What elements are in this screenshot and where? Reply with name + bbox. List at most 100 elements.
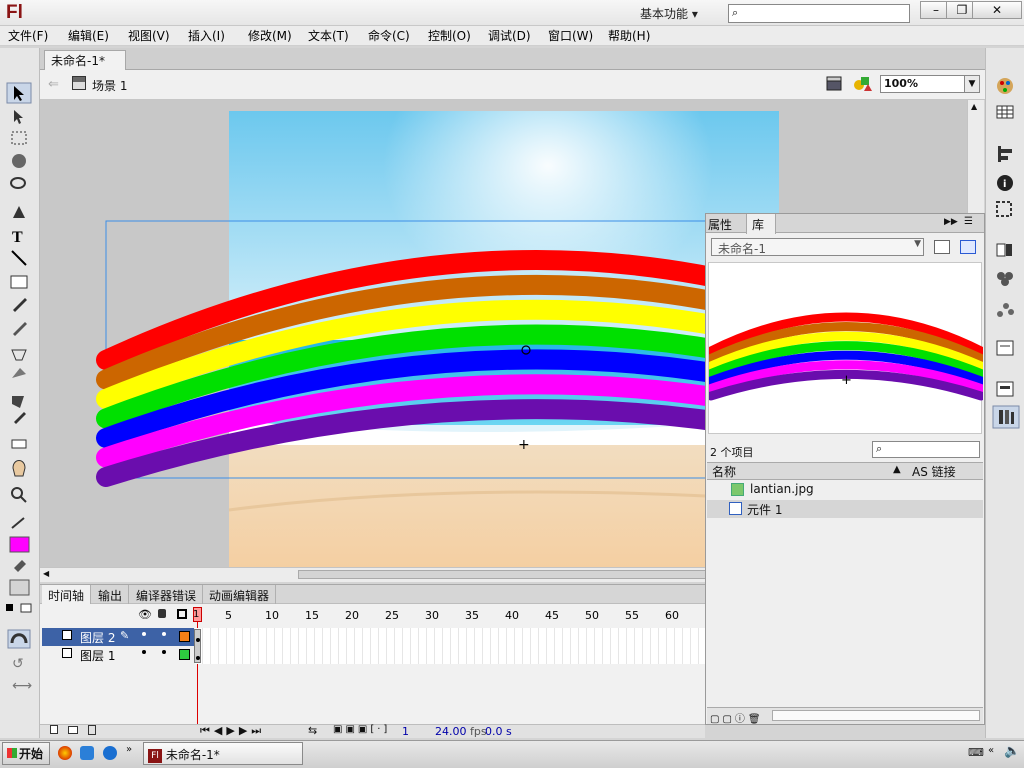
tab-library[interactable]: 库 xyxy=(746,214,776,234)
output-icon xyxy=(996,381,1014,397)
library-hscrollbar[interactable] xyxy=(772,710,980,721)
svg-text:+: + xyxy=(841,373,852,388)
pencil-icon: ✎ xyxy=(120,629,130,642)
frame-number: 50 xyxy=(585,609,599,622)
document-tab[interactable]: 未命名-1* × xyxy=(44,50,126,83)
chevron-down-icon: ▼ xyxy=(964,76,979,92)
scene-label: 场景 1 xyxy=(92,79,128,93)
library-preview: + xyxy=(706,262,986,434)
library-item[interactable]: lantian.jpg xyxy=(707,481,983,499)
flash-app-icon: Fl xyxy=(148,748,162,763)
bitmap-icon xyxy=(731,483,744,496)
layer-row[interactable]: 图层 1 xyxy=(42,646,194,664)
frame-number: 60 xyxy=(665,609,679,622)
pin-library-icon[interactable] xyxy=(934,240,950,254)
scene-clapper-icon xyxy=(72,76,86,90)
tab-output[interactable]: 输出 xyxy=(92,585,130,604)
layer-outline-color[interactable] xyxy=(179,649,190,660)
taskbar-overflow-icon[interactable]: » xyxy=(126,744,132,755)
taskbar-task-button[interactable]: Fl 未命名-1* xyxy=(143,742,303,765)
tab-timeline[interactable]: 时间轴 xyxy=(42,585,92,604)
registration-point-icon: + xyxy=(518,437,530,453)
browser-icon[interactable] xyxy=(80,746,94,760)
keyboard-icon[interactable]: ⌨ xyxy=(968,746,984,759)
quick-launch-icon[interactable] xyxy=(103,746,117,760)
new-library-panel-icon[interactable] xyxy=(960,240,976,254)
panel-menu-icon[interactable]: ☰ xyxy=(964,216,973,227)
visibility-dot[interactable] xyxy=(142,632,146,636)
loop-icon[interactable]: ⇆ xyxy=(308,724,317,737)
flash-logo: Fl xyxy=(6,2,23,23)
menu-debug[interactable]: 调试(D) xyxy=(488,27,531,45)
lock-icon[interactable] xyxy=(158,609,166,618)
scroll-thumb[interactable] xyxy=(298,570,718,579)
library-item-count: 2 个项目 xyxy=(710,446,754,459)
tab-motion-editor[interactable]: 动画编辑器 xyxy=(203,585,277,604)
help-search-input[interactable]: ⌕ xyxy=(728,4,910,23)
lock-dot[interactable] xyxy=(162,632,166,636)
layer-icon xyxy=(62,630,72,640)
frame-number: 15 xyxy=(305,609,319,622)
lock-dot[interactable] xyxy=(162,650,166,654)
search-icon: ⌕ xyxy=(732,6,739,19)
keyframe[interactable] xyxy=(194,629,201,663)
trash-icon[interactable] xyxy=(88,725,96,735)
edit-scene-icon[interactable] xyxy=(826,76,844,92)
library-search-input[interactable]: ⌕ xyxy=(872,441,980,458)
frame-grid[interactable] xyxy=(195,628,705,664)
tray-overflow-icon[interactable]: « xyxy=(988,745,994,756)
new-layer-icon[interactable] xyxy=(50,725,58,734)
eye-icon[interactable]: 👁 xyxy=(138,608,152,621)
frame-number: 40 xyxy=(505,609,519,622)
frame-rate[interactable]: 24.00 fps xyxy=(435,725,487,738)
start-button[interactable]: 开始 xyxy=(2,742,50,765)
menu-text[interactable]: 文本(T) xyxy=(308,27,349,45)
layer-name[interactable]: 图层 2 xyxy=(80,629,115,646)
tab-compiler-errors[interactable]: 编译器错误 xyxy=(130,585,204,604)
color-palette-icon xyxy=(997,78,1013,94)
library-document-select[interactable]: 未命名-1 ▼ xyxy=(711,238,924,256)
close-window-button[interactable]: ✕ xyxy=(972,1,1022,19)
panel-dock: i xyxy=(985,48,1024,738)
library-actions-icons[interactable]: ▢▢ⓘ🗑 xyxy=(710,710,764,725)
chevron-down-icon: ▼ xyxy=(914,239,921,249)
playback-controls[interactable]: ⏮◀▶▶⏭ xyxy=(200,724,265,738)
menu-window[interactable]: 窗口(W) xyxy=(548,27,593,45)
menu-control[interactable]: 控制(O) xyxy=(428,27,471,45)
frame-number: 5 xyxy=(225,609,232,622)
menu-view[interactable]: 视图(V) xyxy=(128,27,170,45)
library-item-selected[interactable]: 元件 1 xyxy=(707,500,983,518)
menu-insert[interactable]: 插入(I) xyxy=(188,27,225,45)
frame-number: 35 xyxy=(465,609,479,622)
back-arrow-icon[interactable]: ⇐ xyxy=(48,77,59,92)
sort-ascending-icon[interactable]: ▲ xyxy=(893,464,901,475)
layer-outline-color[interactable] xyxy=(179,631,190,642)
collapse-panel-icon[interactable]: ▶▶ xyxy=(944,217,958,227)
workspace-switcher[interactable]: 基本功能 ▾ xyxy=(634,4,716,22)
visibility-dot[interactable] xyxy=(142,650,146,654)
outline-icon[interactable] xyxy=(177,609,187,619)
frame-number: 45 xyxy=(545,609,559,622)
zoom-select[interactable]: 100% ▼ xyxy=(880,75,980,93)
layer-name[interactable]: 图层 1 xyxy=(80,647,115,664)
timeline-body xyxy=(40,604,705,724)
scroll-up-icon[interactable]: ▲ xyxy=(971,102,977,111)
menu-file[interactable]: 文件(F) xyxy=(8,27,48,45)
column-name[interactable]: 名称 xyxy=(712,463,736,480)
chrome-icon[interactable] xyxy=(58,746,72,760)
edit-symbols-icon[interactable] xyxy=(852,75,874,93)
menu-edit[interactable]: 编辑(E) xyxy=(68,27,109,45)
layer-row-selected[interactable]: 图层 2 ✎ xyxy=(42,628,194,646)
onion-skin-icons[interactable]: ▣▣▣[·] xyxy=(333,724,390,735)
menu-help[interactable]: 帮助(H) xyxy=(608,27,650,45)
menu-modify[interactable]: 修改(M) xyxy=(248,27,292,45)
column-as-linkage[interactable]: AS 链接 xyxy=(912,463,956,480)
transform-icon xyxy=(996,201,1012,217)
tab-properties[interactable]: 属性 xyxy=(708,216,732,233)
new-folder-icon[interactable] xyxy=(68,726,78,734)
scroll-left-icon[interactable]: ◀ xyxy=(43,569,49,578)
menu-commands[interactable]: 命令(C) xyxy=(368,27,410,45)
speaker-icon[interactable]: 🔈 xyxy=(1004,744,1020,759)
library-footer: ▢▢ⓘ🗑 xyxy=(707,707,983,725)
current-frame[interactable]: 1 xyxy=(402,725,409,738)
